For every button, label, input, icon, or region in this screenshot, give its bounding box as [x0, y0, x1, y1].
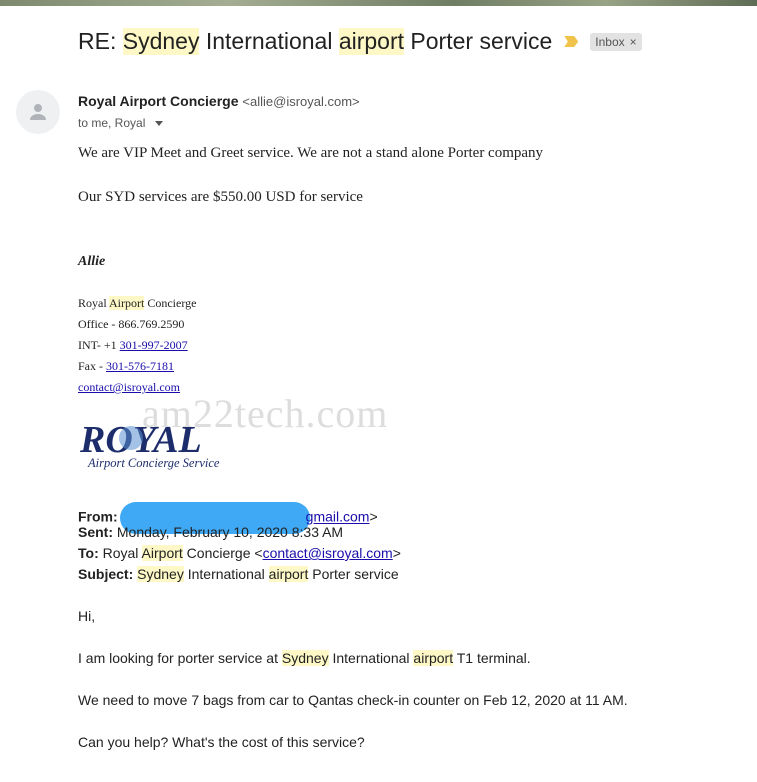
original-paragraph-2: We need to move 7 bags from car to Qanta… [78, 692, 628, 708]
sender-name[interactable]: Royal Airport Concierge [78, 93, 239, 109]
original-paragraph-3: Can you help? What's the cost of this se… [78, 734, 365, 750]
subject-highlight-sydney: Sydney [122, 28, 200, 55]
fax-link[interactable]: 301-576-7181 [106, 359, 174, 373]
signature-company-highlight: Airport [109, 296, 145, 310]
p1-c: International [328, 650, 414, 666]
original-greeting: Hi, [78, 608, 96, 624]
recipients-line[interactable]: to me, Royal [78, 116, 164, 130]
forward-to-close: > [392, 545, 401, 561]
top-banner-strip [0, 0, 757, 6]
importance-marker-icon[interactable] [564, 36, 579, 47]
sender-line: Royal Airport Concierge <allie@isroyal.c… [78, 93, 360, 109]
signature-company-c: Concierge [144, 296, 197, 310]
forward-sent: Sent: Monday, February 10, 2020 8:33 AM [78, 524, 343, 540]
logo-tagline: Airport Concierge Service [87, 456, 220, 470]
subject-text: International [199, 28, 339, 54]
forward-sent-value: Monday, February 10, 2020 8:33 AM [113, 524, 344, 540]
subject-prefix: RE: [78, 28, 123, 54]
signature-fax: Fax - 301-576-7181 [78, 359, 174, 374]
royal-logo: ROYAL Airport Concierge Service [79, 419, 220, 470]
person-icon [30, 104, 46, 120]
signature-company: Royal Airport Concierge [78, 296, 196, 311]
p1-highlight-sydney: Sydney [281, 650, 329, 666]
reply-line-2: Our SYD services are $550.00 USD for ser… [78, 189, 363, 205]
show-details-chevron-down-icon[interactable] [155, 120, 164, 126]
forward-subject-label: Subject: [78, 566, 134, 582]
forward-to-c: Concierge < [182, 545, 263, 561]
forward-sent-label: Sent: [78, 524, 113, 540]
inbox-label-badge[interactable]: Inbox × [590, 32, 642, 51]
fax-prefix: Fax - [78, 359, 106, 373]
subject-text-end: Porter service [404, 28, 553, 54]
logo-globe-icon [119, 426, 143, 450]
forward-subject-text-end: Porter service [308, 566, 399, 582]
forward-to: To: Royal Airport Concierge <contact@isr… [78, 545, 401, 561]
forward-subject-text: International [183, 566, 269, 582]
forward-to-email-link[interactable]: contact@isroyal.com [263, 545, 393, 561]
signature-company-a: Royal [78, 296, 110, 310]
p1-e: T1 terminal. [453, 650, 531, 666]
signature-office-phone: Office - 866.769.2590 [78, 317, 185, 331]
subject-highlight-airport: airport [338, 28, 405, 55]
int-phone-link[interactable]: 301-997-2007 [120, 338, 188, 352]
signature-int-phone: INT- +1 301-997-2007 [78, 338, 188, 353]
remove-label-icon[interactable]: × [630, 35, 637, 49]
avatar[interactable] [16, 90, 60, 134]
forward-from-label: From: [78, 508, 118, 525]
reply-line-1: We are VIP Meet and Greet service. We ar… [78, 145, 544, 161]
original-paragraph-1: I am looking for porter service at Sydne… [78, 650, 531, 666]
forward-subject-highlight-sydney: Sydney [137, 566, 184, 582]
recipients-text: to me, Royal [78, 116, 146, 130]
forward-to-a: Royal [98, 545, 142, 561]
forward-to-label: To: [78, 545, 99, 561]
forward-from-close: > [369, 508, 378, 525]
inbox-label-text: Inbox [595, 34, 625, 49]
forward-subject: Subject: Sydney International airport Po… [78, 566, 399, 582]
forward-subject-highlight-airport: airport [268, 566, 309, 582]
p1-highlight-airport: airport [413, 650, 454, 666]
email-subject: RE: Sydney International airport Porter … [78, 28, 642, 55]
int-prefix: INT- +1 [78, 338, 120, 352]
p1-a: I am looking for porter service at [78, 650, 282, 666]
sender-email: <allie@isroyal.com> [242, 94, 360, 109]
forward-from-email-link[interactable]: gmail.com [306, 509, 370, 525]
forward-to-highlight: Airport [141, 545, 183, 561]
signature-name: Allie [78, 254, 106, 269]
